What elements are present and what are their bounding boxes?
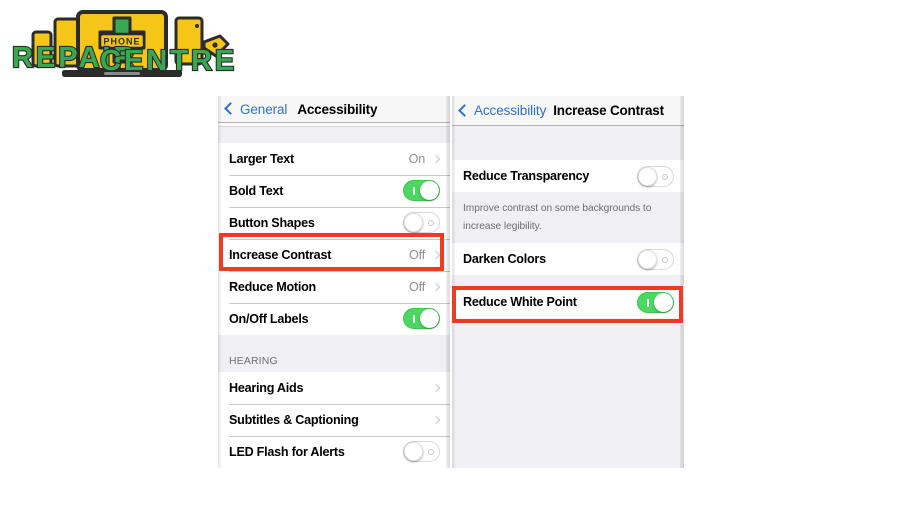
row-value: On — [408, 151, 426, 166]
row-on-off-labels[interactable]: On/Off Labels — [218, 302, 450, 335]
row-label: Hearing Aids — [229, 380, 304, 395]
row-label: Darken Colors — [463, 252, 546, 266]
row-label: Reduce Transparency — [463, 169, 590, 183]
row-label: Reduce Motion — [229, 279, 317, 294]
right-settings-group-2: Darken Colors — [452, 243, 684, 275]
toggle-on-mark-icon — [647, 298, 649, 307]
row-label: LED Flash for Alerts — [229, 444, 345, 459]
row-accessory — [431, 383, 441, 393]
toggle-knob — [404, 442, 423, 462]
toggle-led-flash[interactable] — [403, 441, 440, 463]
chevron-left-icon — [458, 103, 471, 117]
row-reduce-white-point[interactable]: Reduce White Point — [452, 286, 684, 318]
right-page-title: Increase Contrast — [553, 103, 664, 118]
group-spacer — [452, 275, 684, 286]
toggle-off-mark-icon — [662, 256, 668, 263]
group-spacer — [218, 334, 450, 345]
right-settings-group-1: Reduce Transparency — [452, 160, 684, 192]
left-navigation-bar: General Accessibility — [218, 96, 450, 123]
increase-contrast-settings-screen: Accessibility Increase Contrast Reduce T… — [452, 96, 684, 468]
right-bottom-fill — [452, 318, 684, 468]
row-value: Off — [409, 247, 425, 262]
row-accessory: Off — [409, 247, 441, 262]
row-label: Button Shapes — [229, 215, 315, 230]
row-bold-text[interactable]: Bold Text — [218, 174, 450, 207]
chevron-left-icon — [224, 102, 237, 115]
row-accessory: On — [408, 151, 441, 166]
toggle-on-mark-icon — [413, 187, 415, 196]
row-accessory — [431, 415, 441, 425]
chevron-right-icon — [431, 250, 441, 259]
logo-artwork: PHONE REPAIR CENTRE — [11, 10, 236, 78]
toggle-knob — [420, 309, 439, 329]
toggle-reduce-white-point[interactable] — [637, 291, 674, 313]
accessibility-settings-screen: General Accessibility Larger Text On Bol… — [218, 96, 450, 468]
row-label: Increase Contrast — [229, 247, 332, 262]
toggle-darken-colors[interactable] — [637, 248, 674, 270]
phone-repair-centre-logo: PHONE REPAIR CENTRE — [4, 2, 236, 88]
back-to-accessibility-button[interactable]: Accessibility — [458, 103, 547, 118]
toggle-off-mark-icon — [428, 220, 434, 227]
partial-row-edge — [218, 123, 450, 127]
footnote-text: Improve contrast on some backgrounds to … — [463, 203, 652, 232]
toggle-on-off-labels[interactable] — [403, 308, 440, 330]
toggle-on-mark-icon — [413, 315, 415, 324]
toggle-knob — [420, 181, 439, 201]
row-label: Subtitles & Captioning — [229, 412, 359, 427]
row-label: Bold Text — [229, 183, 284, 198]
row-hearing-aids[interactable]: Hearing Aids — [218, 371, 450, 404]
screenshot-canvas: PHONE REPAIR CENTRE General Accessibilit… — [0, 0, 900, 506]
section-header-label: HEARING — [229, 355, 278, 367]
right-top-gap — [452, 126, 684, 160]
back-to-general-button[interactable]: General — [224, 101, 288, 117]
toggle-knob — [404, 213, 423, 233]
row-accessory: Off — [409, 279, 441, 294]
right-navigation-bar: Accessibility Increase Contrast — [452, 96, 684, 126]
chevron-right-icon — [431, 154, 441, 163]
section-header-hearing: HEARING — [218, 344, 450, 372]
left-top-gap — [218, 123, 450, 143]
left-settings-group-2: Hearing Aids Subtitles & Captioning LED … — [218, 371, 450, 468]
row-label: On/Off Labels — [229, 311, 309, 326]
row-subtitles-captioning[interactable]: Subtitles & Captioning — [218, 403, 450, 436]
chevron-right-icon — [431, 383, 441, 393]
row-label: Reduce White Point — [463, 295, 577, 309]
reduce-transparency-footnote: Improve contrast on some backgrounds to … — [452, 192, 684, 243]
toggle-off-mark-icon — [428, 449, 434, 456]
row-increase-contrast[interactable]: Increase Contrast Off — [218, 238, 450, 271]
toggle-off-mark-icon — [662, 173, 668, 180]
toggle-knob — [654, 292, 673, 312]
toggle-knob — [638, 166, 657, 186]
chevron-right-icon — [431, 282, 441, 291]
back-button-label: General — [240, 101, 288, 117]
toggle-reduce-transparency[interactable] — [637, 165, 674, 187]
left-page-title: Accessibility — [297, 101, 378, 117]
row-reduce-motion[interactable]: Reduce Motion Off — [218, 270, 450, 303]
row-label: Larger Text — [229, 151, 294, 166]
toggle-knob — [638, 249, 657, 269]
right-settings-group-3: Reduce White Point — [452, 286, 684, 318]
row-darken-colors[interactable]: Darken Colors — [452, 243, 684, 275]
logo-text-centre: CENTRE — [100, 45, 236, 77]
left-settings-group-1: Larger Text On Bold Text Button Shapes I… — [218, 142, 450, 335]
row-button-shapes[interactable]: Button Shapes — [218, 206, 450, 239]
row-led-flash-for-alerts[interactable]: LED Flash for Alerts — [218, 435, 450, 468]
toggle-button-shapes[interactable] — [403, 212, 440, 234]
row-reduce-transparency[interactable]: Reduce Transparency — [452, 160, 684, 192]
back-button-label: Accessibility — [474, 103, 547, 118]
row-larger-text[interactable]: Larger Text On — [218, 142, 450, 175]
row-value: Off — [409, 279, 425, 294]
chevron-right-icon — [431, 415, 441, 425]
toggle-bold-text[interactable] — [403, 180, 440, 202]
